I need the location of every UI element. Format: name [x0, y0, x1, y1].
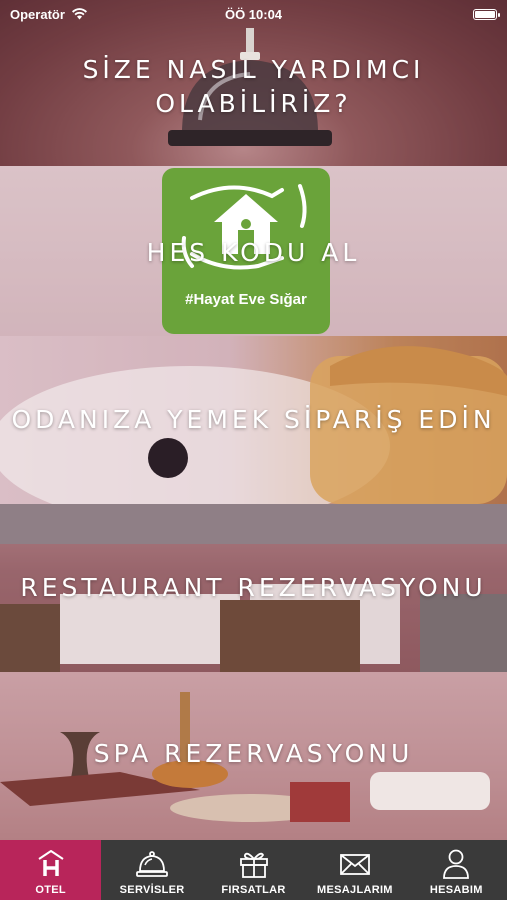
- help-label: SİZE NASIL YARDIMCI OLABİLİRİZ?: [82, 55, 425, 118]
- bell-icon: [136, 851, 169, 877]
- room-service-label: ODANIZA YEMEK SİPARİŞ EDİN: [11, 405, 496, 435]
- status-bar: Operatör ÖÖ 10:04: [0, 0, 507, 28]
- envelope-icon: [340, 854, 370, 875]
- tab-label: OTEL: [35, 884, 66, 896]
- tab-mesajlarim[interactable]: MESAJLARIM: [304, 840, 405, 900]
- gift-icon: [239, 852, 268, 878]
- user-icon: [443, 849, 470, 879]
- room-service-panel[interactable]: ODANIZA YEMEK SİPARİŞ EDİN: [0, 336, 507, 504]
- tab-label: MESAJLARIM: [317, 884, 393, 896]
- hes-code-label: HES KODU AL: [146, 238, 361, 268]
- tab-label: SERVİSLER: [119, 884, 185, 896]
- carrier-name: Operatör: [10, 6, 65, 22]
- status-left: Operatör: [10, 7, 88, 22]
- restaurant-label: RESTAURANT REZERVASYONU: [20, 573, 487, 603]
- tab-hesabim[interactable]: HESABIM: [406, 840, 507, 900]
- tab-otel[interactable]: OTEL: [0, 840, 102, 900]
- battery-icon: [473, 8, 500, 20]
- hes-code-panel[interactable]: #Hayat Eve Sığar HES KODU AL: [0, 166, 507, 336]
- hotel-icon: [38, 850, 64, 876]
- bottom-tab-bar: OTEL SERVİSLER FIRSATLAR MESAJLARIM HESA…: [0, 840, 507, 900]
- spa-label: SPA REZERVASYONU: [93, 739, 414, 769]
- wifi-icon: [71, 8, 87, 20]
- tab-label: HESABIM: [429, 884, 483, 896]
- tab-servisler[interactable]: SERVİSLER: [101, 840, 202, 900]
- tab-firsatlar[interactable]: FIRSATLAR: [203, 840, 304, 900]
- hes-logo-tag: #Hayat Eve Sığar: [185, 291, 307, 308]
- restaurant-panel[interactable]: RESTAURANT REZERVASYONU: [0, 504, 507, 672]
- tab-label: FIRSATLAR: [221, 884, 286, 896]
- spa-panel[interactable]: SPA REZERVASYONU: [0, 672, 507, 840]
